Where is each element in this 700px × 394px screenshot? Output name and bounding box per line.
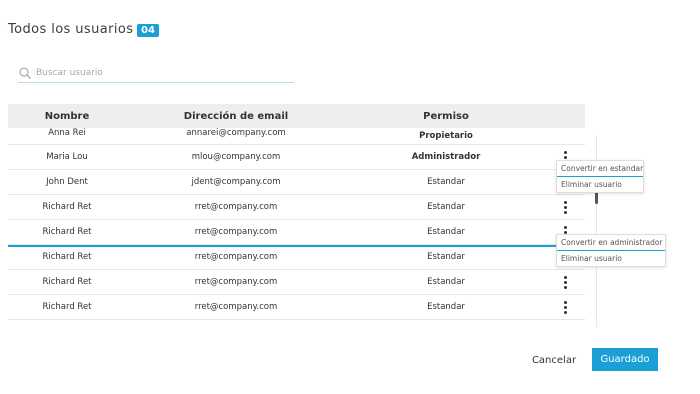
save-button[interactable]: Guardado <box>592 348 658 371</box>
user-name: Richard Ret <box>42 277 92 287</box>
table-row: Anna Rei annarei@company.com Propietario <box>8 128 585 145</box>
drag-indicator-line <box>8 245 585 247</box>
column-header-name[interactable]: Nombre <box>8 111 126 122</box>
more-options-icon[interactable] <box>563 200 568 214</box>
table-header: Nombre Dirección de email Permiso <box>8 104 585 128</box>
more-options-icon[interactable] <box>563 275 568 289</box>
user-permission: Estandar <box>427 202 465 212</box>
user-permission: Estandar <box>427 252 465 262</box>
user-email: jdent@company.com <box>191 177 281 187</box>
table-row: Richard Ret rret@company.com Estandar <box>8 245 585 270</box>
table-row: Richard Ret rret@company.com Estandar <box>8 295 585 320</box>
search-input[interactable] <box>36 68 276 78</box>
column-header-permission[interactable]: Permiso <box>346 111 546 122</box>
admin-context-menu: Convertir en estandar Eliminar usuario <box>556 160 644 193</box>
standard-context-menu: Convertir en administrador Eliminar usua… <box>556 234 666 267</box>
user-name: Anna Rei <box>48 128 86 138</box>
user-email: rret@company.com <box>194 252 278 262</box>
user-permission: Administrador <box>411 152 481 162</box>
user-email: mlou@company.com <box>191 152 281 162</box>
user-email: rret@company.com <box>194 202 278 212</box>
menu-item-make-admin[interactable]: Convertir en administrador <box>557 235 665 251</box>
user-name: Maria Lou <box>46 152 88 162</box>
menu-item-delete-user[interactable]: Eliminar usuario <box>557 177 643 192</box>
user-permission: Estandar <box>427 177 465 187</box>
users-table: Nombre Dirección de email Permiso Anna R… <box>8 104 585 320</box>
more-options-icon[interactable] <box>563 300 568 314</box>
user-email: rret@company.com <box>194 277 278 287</box>
table-row: Richard Ret rret@company.com Estandar <box>8 270 585 295</box>
table-row: Richard Ret rret@company.com Estandar <box>8 195 585 220</box>
table-row: John Dent jdent@company.com Estandar <box>8 170 585 195</box>
page-title: Todos los usuarios <box>8 22 134 37</box>
user-name: Richard Ret <box>42 302 92 312</box>
table-row: Richard Ret rret@company.com Estandar <box>8 220 585 245</box>
user-name: Richard Ret <box>42 227 92 237</box>
menu-item-make-standard[interactable]: Convertir en estandar <box>557 161 643 177</box>
cancel-button[interactable]: Cancelar <box>528 349 580 371</box>
user-email: annarei@company.com <box>186 128 286 138</box>
menu-item-delete-user[interactable]: Eliminar usuario <box>557 251 665 266</box>
search-icon <box>19 67 31 79</box>
user-permission: Propietario <box>419 131 473 141</box>
search-bar[interactable] <box>18 64 294 83</box>
table-row: Maria Lou mlou@company.com Administrador <box>8 145 585 170</box>
column-header-email[interactable]: Dirección de email <box>126 111 346 122</box>
user-count-badge: 04 <box>137 24 159 37</box>
user-name: Richard Ret <box>42 252 92 262</box>
user-email: rret@company.com <box>194 227 278 237</box>
user-permission: Estandar <box>427 227 465 237</box>
user-email: rret@company.com <box>194 302 278 312</box>
user-name: John Dent <box>46 177 88 187</box>
user-permission: Estandar <box>427 277 465 287</box>
user-permission: Estandar <box>427 302 465 312</box>
user-name: Richard Ret <box>42 202 92 212</box>
